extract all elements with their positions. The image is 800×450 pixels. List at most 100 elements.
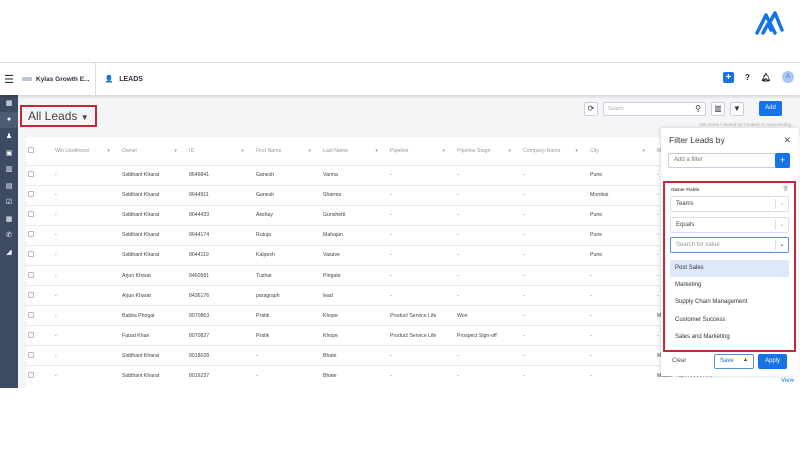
leads-icon[interactable]: ● [0, 111, 18, 128]
table-cell: Tushar [254, 264, 321, 286]
row-checkbox[interactable] [26, 264, 53, 286]
search-input[interactable]: Search ⚲ [603, 101, 706, 116]
operator-select[interactable]: Equals ⌄ [670, 217, 789, 233]
row-checkbox[interactable] [26, 164, 53, 186]
search-placeholder: Search [608, 105, 624, 112]
column-header[interactable]: Pipeline ▾ [388, 137, 455, 165]
calendar-icon[interactable]: ▦ [0, 211, 18, 228]
add-filter-button[interactable]: + [775, 153, 790, 168]
table-cell: - [388, 164, 455, 186]
table-cell: - [521, 285, 588, 306]
table-cell: - [588, 305, 655, 326]
sort-caret-icon[interactable]: ▾ [174, 148, 177, 154]
add-button[interactable]: Add [759, 101, 782, 116]
sort-caret-icon[interactable]: ▾ [442, 148, 445, 154]
add-filter-input[interactable]: Add a filter + [668, 153, 790, 168]
deals-icon[interactable]: ♟ [0, 128, 18, 145]
caret-up-icon[interactable]: ▲ [743, 357, 748, 363]
bell-icon[interactable]: 🔔︎ [761, 73, 771, 82]
table-cell: - [455, 164, 521, 186]
sort-caret-icon[interactable]: ▾ [308, 148, 311, 154]
companies-icon[interactable]: ▥ [0, 161, 18, 178]
column-header[interactable]: ID ▾ [187, 137, 254, 165]
apply-button[interactable]: Apply [758, 354, 787, 369]
table-cell: - [521, 365, 588, 387]
value-options-list: Post Sales Marketing Supply Chain Manage… [670, 260, 789, 346]
column-header[interactable]: Company Name ▾ [521, 137, 588, 165]
menu-icon[interactable]: ☰ [0, 73, 18, 86]
option-supply-chain-management[interactable]: Supply Chain Management [670, 294, 789, 311]
table-cell: - [588, 345, 655, 366]
filter-button[interactable]: ▼ [730, 101, 744, 116]
close-icon[interactable]: ✕ [783, 135, 791, 146]
reports-card-icon[interactable]: ▤ [0, 178, 18, 195]
row-checkbox[interactable] [26, 305, 53, 326]
list-title: All Leads [28, 109, 78, 123]
table-cell: - [521, 164, 588, 186]
app-window: ☰ Kylas Growth E... 👤 LEADS + ? 🔔︎ A ▦ ● … [0, 62, 800, 388]
row-checkbox[interactable] [26, 365, 53, 387]
row-checkbox[interactable] [26, 345, 53, 366]
contacts-icon[interactable]: ▣ [0, 145, 18, 162]
analytics-icon[interactable]: ◢ [0, 244, 18, 261]
row-checkbox[interactable] [26, 184, 53, 206]
table-cell: - [455, 264, 521, 286]
row-checkbox[interactable] [26, 224, 53, 246]
column-header[interactable]: Last Name ▾ [321, 137, 388, 165]
row-checkbox[interactable] [26, 325, 53, 346]
quick-add-button[interactable]: + [722, 71, 734, 83]
table-cell: - [53, 305, 120, 326]
table-cell: Siddhant Kharat [120, 164, 187, 186]
list-view-selector[interactable]: All Leads ▼ [20, 105, 97, 127]
column-label: Company Name [523, 147, 561, 154]
option-sales-and-marketing[interactable]: Sales and Marketing [670, 329, 789, 346]
save-button[interactable]: Save ▲ [714, 354, 754, 369]
row-checkbox[interactable] [26, 204, 53, 226]
table-cell: - [254, 345, 321, 366]
column-header[interactable]: City ▾ [588, 137, 655, 165]
option-customer-success[interactable]: Customer Success [670, 312, 789, 329]
table-cell: Bhate [321, 365, 388, 387]
chevron-down-icon: ⌄ [775, 220, 788, 230]
table-cell: - [521, 305, 588, 326]
user-icon: 👤 [104, 76, 114, 83]
option-marketing[interactable]: Marketing [670, 277, 789, 294]
org-switcher[interactable]: Kylas Growth E... [18, 63, 97, 95]
table-cell: 8644119 [187, 244, 254, 266]
chevron-down-icon: ⌄ [775, 240, 788, 250]
sort-caret-icon[interactable]: ▾ [375, 148, 378, 154]
clear-button[interactable]: Clear [672, 358, 686, 364]
tasks-icon[interactable]: ☑ [0, 194, 18, 211]
avatar[interactable]: A [782, 71, 794, 83]
column-header[interactable]: Owner ▾ [120, 137, 187, 165]
table-cell: - [455, 365, 521, 387]
columns-button[interactable]: ▥ [711, 101, 725, 116]
column-label: Last Name [323, 147, 349, 154]
value-search-input[interactable]: Search for value ⌄ [670, 237, 789, 253]
option-post-sales[interactable]: Post Sales [670, 260, 789, 278]
table-cell: - [53, 224, 120, 246]
sort-caret-icon[interactable]: ▾ [642, 148, 645, 154]
column-header[interactable]: Pipeline Stage ▾ [455, 137, 521, 165]
sort-caret-icon[interactable]: ▾ [575, 148, 578, 154]
column-header[interactable]: First Name ▾ [254, 137, 321, 165]
row-view-link[interactable]: View [779, 377, 796, 385]
dashboard-icon[interactable]: ▦ [0, 95, 18, 112]
table-cell: - [588, 365, 655, 387]
table-cell: - [53, 264, 120, 286]
select-all-checkbox[interactable] [26, 137, 53, 165]
table-cell: 8646841 [187, 164, 254, 186]
column-header[interactable]: Win Likelihood ▾ [53, 137, 120, 165]
row-checkbox[interactable] [26, 285, 53, 306]
sort-caret-icon[interactable]: ▾ [241, 148, 244, 154]
help-icon[interactable]: ? [745, 73, 750, 82]
trash-icon[interactable]: 🗑︎ [783, 186, 789, 192]
refresh-button[interactable]: ⟳ [584, 101, 598, 116]
calls-icon[interactable]: ✆ [0, 227, 18, 244]
row-checkbox[interactable] [26, 244, 53, 266]
module-label: LEADS [119, 75, 143, 83]
field-select[interactable]: Teams ⌄ [670, 196, 789, 212]
sort-caret-icon[interactable]: ▾ [508, 148, 511, 154]
sort-caret-icon[interactable]: ▾ [107, 148, 110, 154]
table-cell: - [521, 264, 588, 286]
